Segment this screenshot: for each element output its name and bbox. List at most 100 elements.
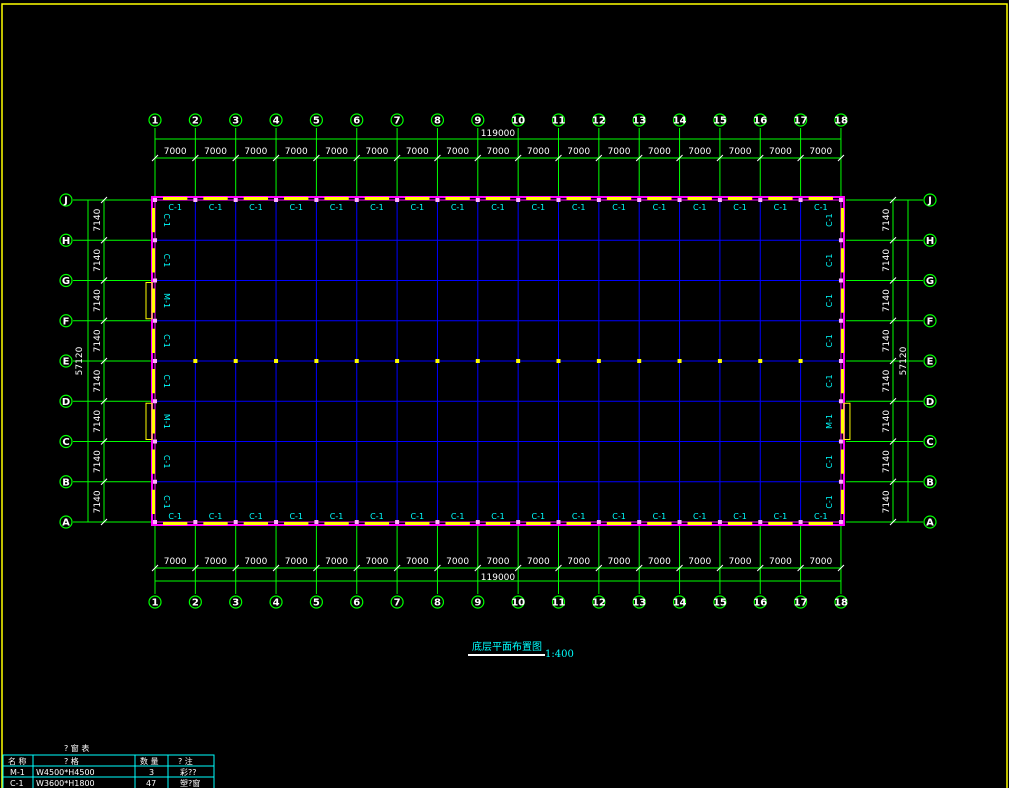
axis-bubble-top: 12 [592, 113, 606, 127]
column-left [153, 359, 157, 363]
dim-text-bay-x: 7000 [244, 557, 267, 567]
column-right [838, 238, 843, 243]
dim-text-bay-x: 7000 [648, 147, 671, 157]
window-band-left [152, 449, 155, 474]
schedule-row-1-note: 彩?? [180, 767, 197, 777]
window-band-bottom [163, 522, 188, 525]
dim-text-bay-y: 7140 [93, 289, 103, 312]
axis-bubble-label: J [927, 196, 932, 207]
axis-bubble-bottom: 3 [229, 595, 243, 609]
dim-text-bay-x: 7000 [204, 557, 227, 567]
window-band-right [840, 208, 844, 233]
dim-text-bay-x: 7000 [365, 557, 388, 567]
window-tag: C-1 [814, 512, 828, 521]
dim-text-bay-x: 7000 [729, 557, 752, 567]
dim-total-x: 119000 [481, 573, 516, 583]
window-tag: C-1 [774, 512, 788, 521]
window-tag: C-1 [491, 203, 505, 212]
schedule-row-2-name: C-1 [10, 779, 24, 788]
axis-bubble-label: 9 [474, 598, 481, 609]
axis-bubble-bottom: 5 [309, 595, 323, 609]
window-band-top [768, 197, 793, 200]
column-top [838, 198, 843, 202]
window-tag: C-1 [825, 455, 834, 469]
window-band-top [808, 197, 833, 200]
column-right [838, 439, 843, 444]
window-tag: C-1 [572, 203, 586, 212]
axis-bubble-label: 12 [592, 116, 606, 127]
column-top [153, 198, 157, 202]
axis-bubble-top: 9 [471, 113, 485, 127]
axis-bubble-bottom: 2 [188, 595, 202, 609]
column-bottom [233, 520, 238, 524]
blue-bay-grid [154, 199, 842, 523]
column-bottom [435, 520, 440, 524]
window-band-top [324, 197, 349, 200]
door-tag: M-1 [162, 414, 171, 429]
column-left [153, 278, 157, 283]
axis-bubble-label: 8 [434, 598, 441, 609]
column-bottom [758, 520, 763, 524]
dim-total-y: 57120 [75, 346, 85, 375]
column-interior [758, 359, 763, 363]
window-band-top [606, 197, 632, 200]
column-bottom [596, 520, 601, 524]
axis-bubble-label: 3 [232, 598, 239, 609]
dim-text-bay-y: 7140 [882, 369, 892, 392]
dim-text-bay-x: 7000 [769, 557, 792, 567]
column-bottom [274, 520, 279, 524]
column-bottom [395, 520, 400, 524]
axis-bubble-right: B [923, 475, 937, 489]
axis-bubble-label: 18 [834, 116, 848, 127]
window-band-bottom [606, 522, 632, 525]
window-tag: C-1 [825, 213, 834, 227]
axis-bubble-right: A [923, 515, 937, 529]
window-tag: C-1 [532, 512, 546, 521]
window-tag: C-1 [572, 512, 586, 521]
column-top [798, 198, 803, 202]
axis-bubble-left: F [59, 314, 73, 328]
axis-bubble-bottom: 17 [794, 595, 808, 609]
window-tag: C-1 [410, 512, 424, 521]
column-bottom [838, 520, 843, 524]
dim-text-bay-x: 7000 [325, 557, 348, 567]
column-interior [435, 359, 440, 363]
window-tag: C-1 [168, 512, 182, 521]
column-right [838, 318, 843, 323]
axis-bubble-label: 14 [673, 116, 687, 127]
window-band-right [840, 248, 844, 273]
axis-bubble-right: J [923, 193, 937, 207]
window-tag: C-1 [249, 203, 263, 212]
window-band-left [152, 369, 155, 394]
window-tag: C-1 [330, 512, 344, 521]
dim-text-bay-x: 7000 [809, 557, 832, 567]
axis-bubble-top: 14 [673, 113, 687, 127]
window-tag: C-1 [370, 203, 384, 212]
column-interior [798, 359, 803, 363]
column-interior [314, 359, 319, 363]
column-interior [193, 359, 198, 363]
window-tag: C-1 [825, 334, 834, 348]
column-left [153, 318, 157, 323]
schedule-header-note: ? 注 [178, 756, 193, 766]
column-top [314, 198, 319, 202]
axis-bubble-top: 18 [834, 113, 848, 127]
window-door-tags: C-1 C-1 C-1 C-1 C-1 C-1 C-1 C-1 C-1 C-1 C-1 C-1 C-1 C… [145, 203, 851, 521]
axis-bubble-label: G [926, 276, 934, 287]
window-band-top [284, 197, 309, 200]
window-band-top [485, 197, 511, 200]
axis-bubble-label: 18 [834, 598, 848, 609]
dim-text-bay-y: 7140 [93, 450, 103, 473]
window-tag: C-1 [653, 512, 667, 521]
window-band-right [840, 328, 844, 353]
column-right [838, 278, 843, 283]
column-top [758, 198, 763, 202]
axis-bubble-left: B [59, 475, 73, 489]
window-band-bottom [566, 522, 591, 525]
axis-bubble-label: 12 [592, 598, 606, 609]
window-band-bottom [727, 522, 753, 525]
window-tag: C-1 [774, 203, 788, 212]
axis-bubble-left: E [59, 354, 73, 368]
dim-text-bay-x: 7000 [809, 147, 832, 157]
column-bottom [556, 520, 561, 524]
